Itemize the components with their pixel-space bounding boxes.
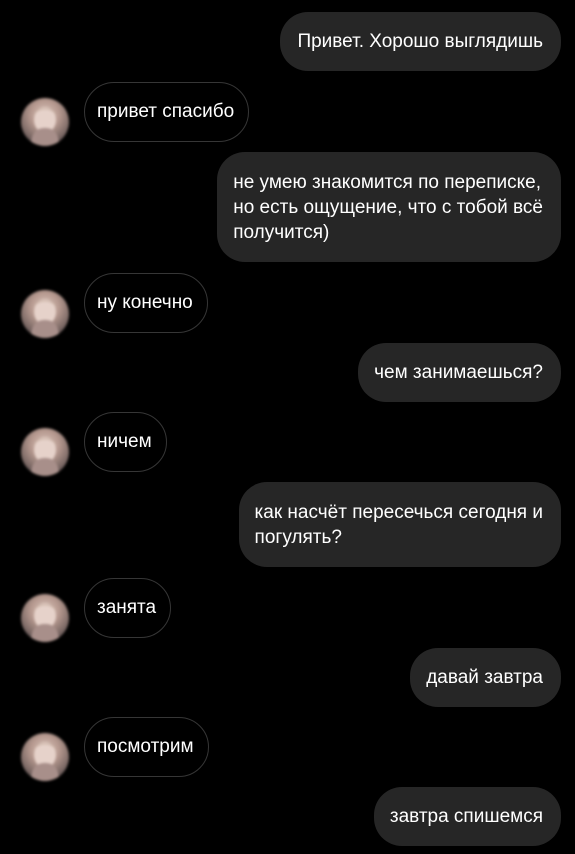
- received-message[interactable]: ну конечно: [84, 273, 208, 333]
- contact-avatar[interactable]: [21, 733, 69, 781]
- contact-avatar[interactable]: [21, 98, 69, 146]
- avatar-photo-icon: [31, 107, 59, 146]
- avatar-photo-icon: [31, 437, 59, 476]
- contact-avatar[interactable]: [21, 428, 69, 476]
- sent-message[interactable]: давай завтра: [410, 648, 561, 707]
- received-message[interactable]: занята: [84, 578, 172, 638]
- received-message[interactable]: посмотрим: [84, 717, 209, 777]
- contact-avatar[interactable]: [21, 290, 69, 338]
- sent-message[interactable]: чем занимаешься?: [358, 343, 561, 402]
- sent-message[interactable]: завтра спишемся: [373, 787, 561, 846]
- received-message[interactable]: привет спасибо: [84, 82, 250, 142]
- avatar-photo-icon: [31, 603, 59, 642]
- sent-message[interactable]: Привет. Хорошо выглядишь: [280, 12, 561, 71]
- contact-avatar[interactable]: [21, 594, 69, 642]
- avatar-photo-icon: [31, 299, 59, 338]
- avatar-photo-icon: [31, 742, 59, 781]
- received-message[interactable]: ничем: [84, 412, 167, 472]
- sent-message[interactable]: как насчёт пересечься сегодня и погулять…: [238, 482, 561, 567]
- sent-message[interactable]: не умею знакомится по переписке, но есть…: [217, 152, 561, 262]
